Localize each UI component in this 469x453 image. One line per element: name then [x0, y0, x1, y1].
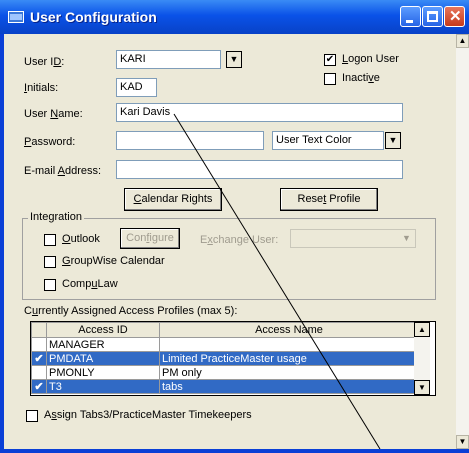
close-button[interactable]: ✕: [444, 6, 465, 27]
dialog-body: User ID: KARI ▼ ✔ Logon User Inactive In…: [4, 34, 456, 449]
user-configuration-window: User Configuration ✕ User ID: KARI ▼ ✔ L…: [0, 0, 469, 453]
window-scroll-up-button[interactable]: ▲: [456, 34, 469, 48]
maximize-button[interactable]: [422, 6, 443, 27]
diagonal-line-overlay: [173, 113, 381, 449]
maximize-icon: [427, 11, 438, 22]
title-bar[interactable]: User Configuration ✕: [0, 0, 469, 34]
chevron-down-icon: ▼: [458, 437, 467, 446]
minimize-icon: [406, 20, 413, 23]
chevron-up-icon: ▲: [458, 36, 467, 45]
window-scroll-down-button[interactable]: ▼: [456, 435, 469, 449]
window-app-icon: [8, 11, 24, 23]
close-icon: ✕: [449, 8, 462, 25]
window-title: User Configuration: [30, 9, 157, 25]
window-vertical-scrollbar[interactable]: ▲ ▼: [456, 34, 469, 449]
minimize-button[interactable]: [400, 6, 421, 27]
diagonal-line: [173, 113, 381, 449]
